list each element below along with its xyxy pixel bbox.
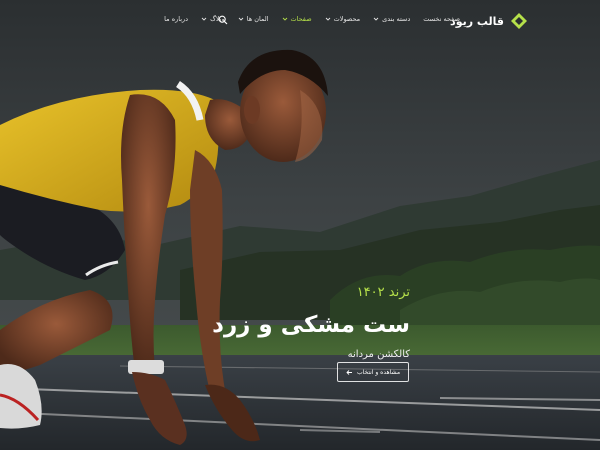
nav-item-label: درباره ما bbox=[164, 15, 189, 23]
chevron-down-icon bbox=[282, 17, 287, 21]
arrow-left-icon bbox=[346, 369, 352, 375]
chevron-down-icon bbox=[201, 17, 207, 21]
site-logo[interactable]: قالب ریود bbox=[450, 12, 528, 30]
nav-item-elements[interactable]: المان ها bbox=[238, 15, 269, 23]
site-header: قالب ریود صفحه نخست دسته بندی محصولات صف… bbox=[0, 0, 600, 44]
nav-item-label: دسته بندی bbox=[382, 15, 411, 23]
chevron-down-icon bbox=[373, 17, 379, 21]
nav-item-label: صفحات bbox=[290, 15, 312, 23]
nav-item-about[interactable]: درباره ما bbox=[164, 15, 188, 23]
hero-banner: قالب ریود صفحه نخست دسته بندی محصولات صف… bbox=[0, 0, 600, 450]
hero-subtitle: کالکشن مردانه bbox=[347, 349, 410, 360]
nav-item-products[interactable]: محصولات bbox=[325, 15, 361, 23]
main-nav: صفحه نخست دسته بندی محصولات صفحات المان … bbox=[164, 15, 460, 23]
chevron-down-icon bbox=[238, 17, 244, 21]
hero-kicker: ترند ۱۴۰۲ bbox=[356, 285, 410, 300]
search-icon[interactable] bbox=[218, 15, 228, 25]
view-and-select-button[interactable]: مشاهده و انتخاب bbox=[337, 362, 409, 382]
hero-content: ترند ۱۴۰۲ ست مشکی و زرد کالکشن مردانه bbox=[212, 284, 410, 362]
hero-title: ست مشکی و زرد bbox=[212, 312, 410, 338]
logo-icon bbox=[511, 13, 527, 29]
hero-background-image bbox=[0, 0, 600, 450]
nav-item-categories[interactable]: دسته بندی bbox=[373, 15, 410, 23]
nav-item-label: صفحه نخست bbox=[423, 15, 460, 23]
nav-item-home[interactable]: صفحه نخست bbox=[423, 15, 460, 23]
cta-label: مشاهده و انتخاب bbox=[356, 368, 401, 376]
chevron-down-icon bbox=[325, 17, 330, 21]
nav-item-pages[interactable]: صفحات bbox=[282, 15, 312, 23]
nav-item-label: المان ها bbox=[246, 15, 269, 23]
nav-item-label: محصولات bbox=[333, 15, 361, 23]
